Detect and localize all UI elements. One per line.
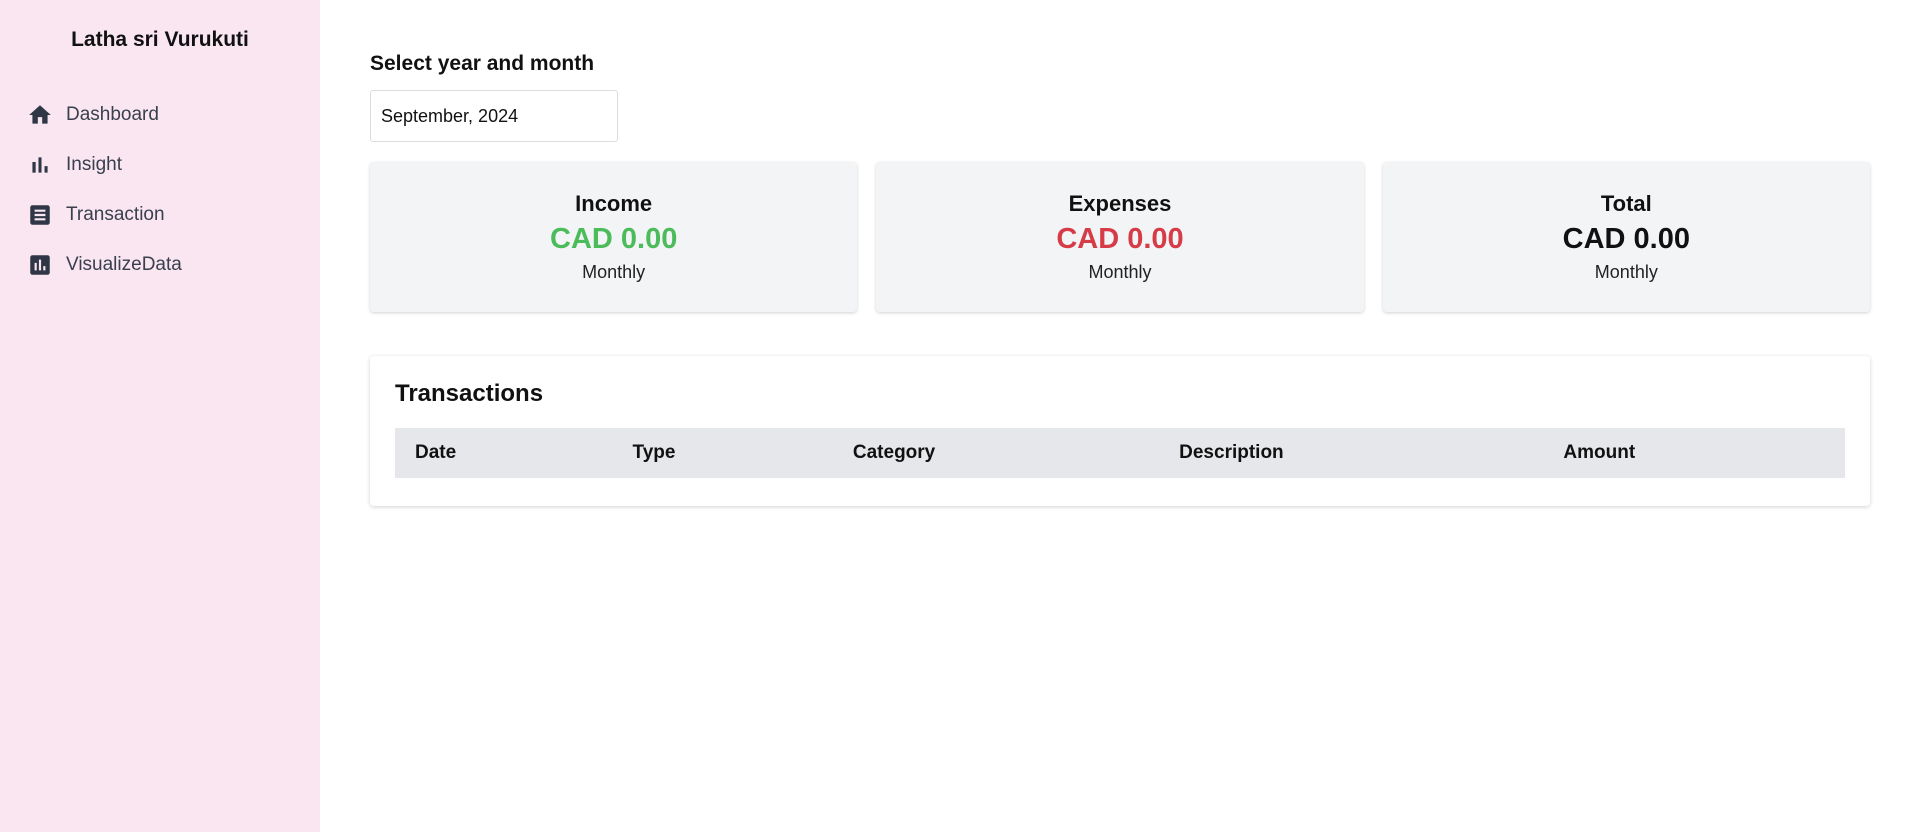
total-card: Total CAD 0.00 Monthly — [1382, 162, 1870, 312]
sidebar-item-dashboard[interactable]: Dashboard — [0, 90, 320, 140]
home-icon — [26, 101, 54, 129]
column-header-amount[interactable]: Amount — [1543, 428, 1845, 478]
card-title: Total — [1600, 191, 1652, 216]
sidebar-item-label: Transaction — [66, 204, 165, 225]
card-title: Income — [575, 191, 653, 216]
card-title: Expenses — [1068, 191, 1172, 216]
sidebar-item-insight[interactable]: Insight — [0, 140, 320, 190]
income-amount: CAD 0.00 — [550, 223, 678, 255]
table-header-row: Date Type Category Description Amount — [395, 428, 1845, 478]
total-amount: CAD 0.00 — [1562, 223, 1690, 255]
main-content: Select year and month Income CAD 0.00 Mo… — [320, 0, 1917, 832]
transactions-panel: Transactions Date Type Category Descript… — [370, 356, 1870, 506]
card-period: Monthly — [582, 262, 646, 282]
column-header-description[interactable]: Description — [1159, 428, 1543, 478]
expenses-card: Expenses CAD 0.00 Monthly — [876, 162, 1364, 312]
column-header-type[interactable]: Type — [613, 428, 833, 478]
expenses-amount: CAD 0.00 — [1056, 223, 1184, 255]
analytics-icon — [26, 251, 54, 279]
sidebar-item-label: VisualizeData — [66, 254, 182, 275]
sidebar-nav: Dashboard Insight Transaction VisualizeD… — [0, 90, 320, 290]
sidebar: Latha sri Vurukuti Dashboard Insight Tra… — [0, 0, 320, 832]
income-card: Income CAD 0.00 Monthly — [370, 162, 858, 312]
card-period: Monthly — [1088, 262, 1152, 282]
transactions-title: Transactions — [395, 380, 544, 407]
sidebar-item-transaction[interactable]: Transaction — [0, 190, 320, 240]
sidebar-item-label: Dashboard — [66, 104, 159, 125]
sidebar-item-visualizedata[interactable]: VisualizeData — [0, 240, 320, 290]
month-picker-input[interactable] — [370, 90, 618, 142]
user-name: Latha sri Vurukuti — [71, 28, 249, 51]
column-header-date[interactable]: Date — [395, 428, 613, 478]
transactions-table: Date Type Category Description Amount — [395, 428, 1845, 478]
select-month-label: Select year and month — [370, 52, 595, 75]
card-period: Monthly — [1594, 262, 1658, 282]
column-header-category[interactable]: Category — [833, 428, 1159, 478]
bar-chart-icon — [26, 151, 54, 179]
summary-cards: Income CAD 0.00 Monthly Expenses CAD 0.0… — [370, 162, 1870, 312]
sidebar-item-label: Insight — [66, 154, 122, 175]
receipt-icon — [26, 201, 54, 229]
